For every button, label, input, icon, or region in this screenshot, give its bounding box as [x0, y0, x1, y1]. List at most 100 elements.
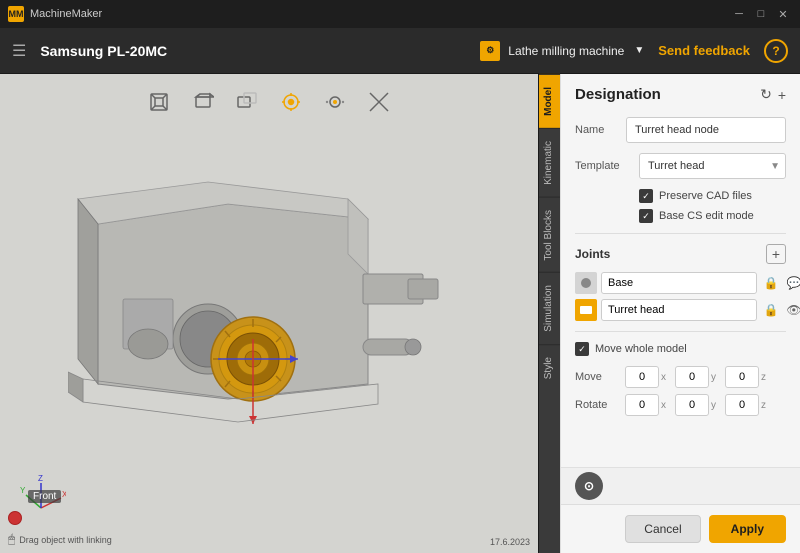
joint-base-lock-button[interactable]: 🔒 — [761, 273, 781, 293]
menu-button[interactable]: ☰ — [12, 41, 26, 61]
rotate-x-input[interactable] — [625, 394, 659, 416]
move-y-field: y — [675, 366, 721, 388]
machine-3d-view — [68, 144, 448, 484]
designation-title: Designation — [575, 86, 661, 103]
joint-base-actions: 🔒 💬 — [761, 273, 800, 293]
rotate-y-field: y — [675, 394, 721, 416]
drag-icon: 🖱 — [8, 532, 15, 547]
tab-simulation[interactable]: Simulation — [539, 272, 560, 344]
name-input[interactable] — [626, 117, 786, 143]
name-label: Name — [575, 124, 626, 136]
joint-turret-icon — [575, 299, 597, 321]
svg-text:Z: Z — [38, 474, 43, 483]
tab-kinematic[interactable]: Kinematic — [539, 128, 560, 197]
help-button[interactable]: ? — [764, 39, 788, 63]
base-cs-row: Base CS edit mode — [575, 209, 786, 223]
vertical-tabs: Model Kinematic Tool Blocks Simulation S… — [538, 74, 560, 553]
rotate-z-field: z — [725, 394, 771, 416]
view-label: Front — [28, 490, 61, 503]
move-z-input[interactable] — [725, 366, 759, 388]
rotate-row: Rotate x y z — [575, 394, 786, 416]
pointer-tool-button[interactable] — [275, 86, 307, 118]
joint-turret-lock-button[interactable]: 🔒 — [761, 300, 781, 320]
move-z-field: z — [725, 366, 771, 388]
bottom-nav-icon[interactable]: ⊙ — [575, 472, 603, 500]
joint-turret-eye-button[interactable]: 👁 — [784, 300, 800, 320]
joint-turret-row: 🔒 👁 − — [575, 299, 786, 321]
machine-title: Samsung PL-20MC — [40, 43, 480, 59]
refresh-button[interactable]: ↻ — [760, 86, 772, 103]
move-z-axis: z — [761, 372, 771, 383]
dot-tool-button[interactable] — [319, 86, 351, 118]
window-controls: ─ □ ✕ — [730, 5, 792, 23]
move-whole-label: Move whole model — [595, 343, 687, 355]
apply-button[interactable]: Apply — [709, 515, 786, 543]
close-button[interactable]: ✕ — [774, 5, 792, 23]
joint-turret-actions: 🔒 👁 − — [761, 300, 800, 320]
move-y-axis: y — [711, 372, 721, 383]
rotate-x-axis: x — [661, 400, 671, 411]
joint-base-icon — [575, 272, 597, 294]
template-field-row: Template Turret head Base Custom ▼ — [575, 153, 786, 179]
divider-1 — [575, 233, 786, 234]
drag-hint: 🖱 Drag object with linking — [8, 532, 112, 547]
preserve-cad-label: Preserve CAD files — [659, 190, 752, 202]
move-x-axis: x — [661, 372, 671, 383]
panel-header-icons: ↻ + — [760, 86, 786, 103]
red-indicator — [8, 511, 22, 525]
joint-base-row: 🔒 💬 — [575, 272, 786, 294]
move-whole-checkbox[interactable] — [575, 342, 589, 356]
add-designation-button[interactable]: + — [778, 86, 786, 103]
maximize-button[interactable]: □ — [752, 5, 770, 23]
move-x-input[interactable] — [625, 366, 659, 388]
box-tool-button[interactable] — [143, 86, 175, 118]
rotate-y-input[interactable] — [675, 394, 709, 416]
svg-text:X: X — [62, 490, 66, 499]
cancel-button[interactable]: Cancel — [625, 515, 700, 543]
base-cs-label: Base CS edit mode — [659, 210, 754, 222]
joints-header: Joints + — [575, 244, 786, 264]
svg-text:Y: Y — [20, 486, 26, 495]
tab-tool-blocks[interactable]: Tool Blocks — [539, 197, 560, 273]
minimize-button[interactable]: ─ — [730, 5, 748, 23]
move-whole-row: Move whole model — [575, 342, 786, 356]
tab-style[interactable]: Style — [539, 344, 560, 391]
rotate-z-axis: z — [761, 400, 771, 411]
toolbar — [0, 86, 538, 118]
feedback-button[interactable]: Send feedback — [658, 43, 750, 58]
cross-tool-button[interactable] — [363, 86, 395, 118]
app-title: MachineMaker — [30, 8, 730, 20]
template-select[interactable]: Turret head Base Custom — [639, 153, 786, 179]
joints-add-button[interactable]: + — [766, 244, 786, 264]
joint-base-input[interactable] — [601, 272, 757, 294]
move-y-input[interactable] — [675, 366, 709, 388]
preserve-cad-row: Preserve CAD files — [575, 189, 786, 203]
rotate-y-axis: y — [711, 400, 721, 411]
preserve-cad-checkbox[interactable] — [639, 189, 653, 203]
machine-type-label: Lathe milling machine — [508, 44, 624, 58]
move-label: Move — [575, 371, 621, 383]
template-select-wrap: Turret head Base Custom ▼ — [639, 153, 786, 179]
template-label: Template — [575, 160, 639, 172]
front-view-button[interactable] — [187, 86, 219, 118]
designation-header: Designation ↻ + — [575, 86, 786, 103]
header: ☰ Samsung PL-20MC ⚙ Lathe milling machin… — [0, 28, 800, 74]
base-cs-checkbox[interactable] — [639, 209, 653, 223]
viewport[interactable]: X Y Z Front 🖱 Drag object with linking 1… — [0, 74, 538, 553]
joints-title: Joints — [575, 247, 610, 261]
timestamp: 17.6.2023 — [490, 537, 530, 547]
side-view-button[interactable] — [231, 86, 263, 118]
rotate-x-field: x — [625, 394, 671, 416]
divider-2 — [575, 331, 786, 332]
right-panel: Designation ↻ + Name Template Turret hea… — [560, 74, 800, 553]
machine-dropdown-icon[interactable]: ▼ — [634, 45, 644, 56]
joint-base-edit-button[interactable]: 💬 — [784, 273, 800, 293]
app-icon: MM — [8, 6, 24, 22]
machine-selector[interactable]: ⚙ Lathe milling machine ▼ — [480, 41, 644, 61]
move-x-field: x — [625, 366, 671, 388]
joint-turret-input[interactable] — [601, 299, 757, 321]
rotate-label: Rotate — [575, 399, 621, 411]
rotate-z-input[interactable] — [725, 394, 759, 416]
drag-hint-text: Drag object with linking — [19, 535, 112, 545]
tab-model[interactable]: Model — [539, 74, 560, 128]
